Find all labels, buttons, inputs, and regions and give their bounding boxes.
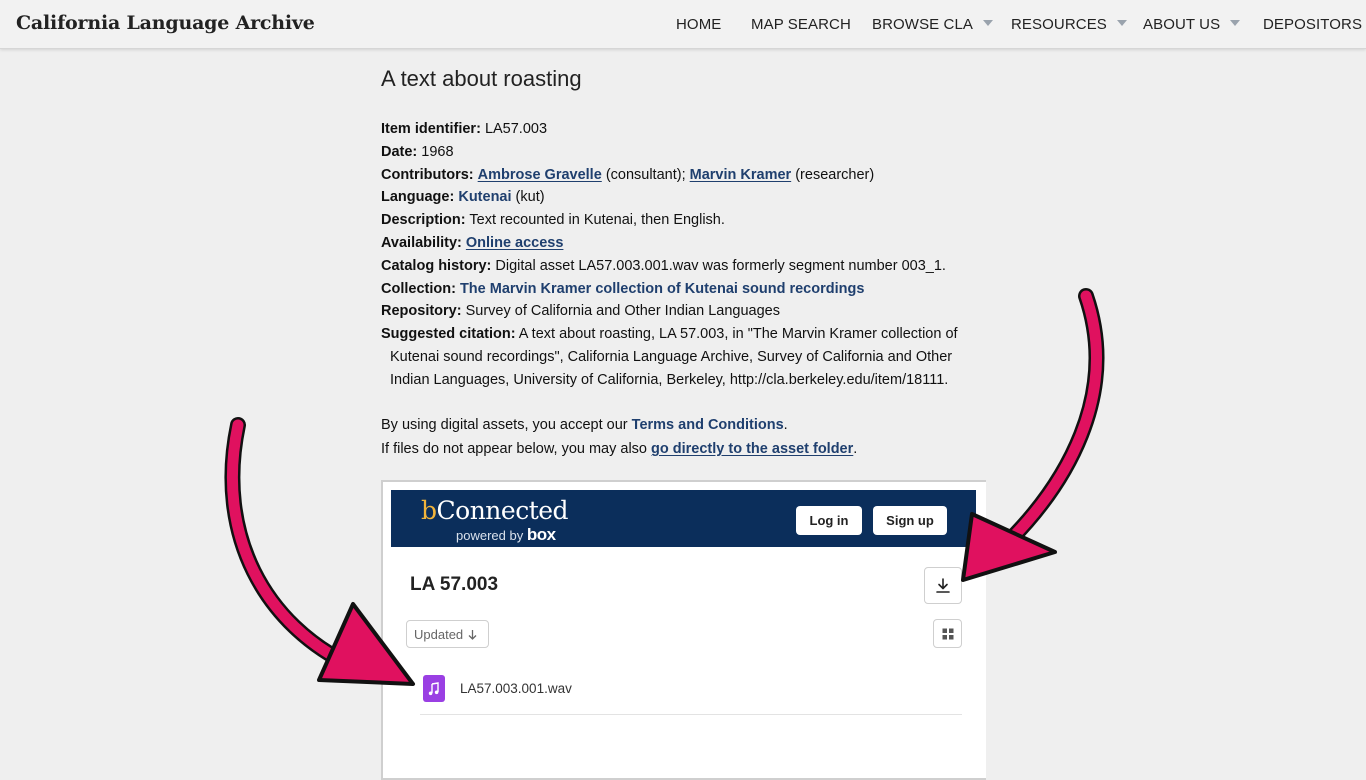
collection-label: Collection: — [381, 280, 456, 297]
contributors-label: Contributors: — [381, 166, 474, 183]
collection-link[interactable]: The Marvin Kramer collection of Kutenai … — [460, 281, 864, 297]
asset-folder-link[interactable]: go directly to the asset folder — [651, 441, 853, 457]
meta-collection: Collection: The Marvin Kramer collection… — [381, 278, 981, 301]
download-button[interactable] — [924, 567, 962, 604]
nav-depositors-label: DEPOSITORS — [1263, 16, 1363, 33]
meta-language: Language: Kutenai (kut) — [381, 186, 981, 209]
folder-note: If files do not appear below, you may al… — [381, 437, 857, 461]
meta-repository: Repository: Survey of California and Oth… — [381, 300, 981, 323]
bconnected-logo: bConnected — [421, 496, 569, 525]
logo-b: b — [421, 496, 437, 525]
powered-by-text: powered by — [456, 528, 524, 543]
meta-availability: Availability: Online access — [381, 232, 981, 255]
nav-home-label: HOME — [676, 16, 722, 33]
nav-depositors[interactable]: DEPOSITORS — [1263, 16, 1362, 33]
download-icon — [936, 577, 950, 593]
nav-map-search-label: MAP SEARCH — [751, 16, 851, 33]
nav-browse-cla[interactable]: BROWSE CLA — [872, 16, 994, 33]
language-label: Language: — [381, 189, 455, 206]
contributor-role: (consultant); — [605, 166, 686, 183]
citation-label: Suggested citation: — [381, 326, 516, 343]
file-row[interactable]: LA57.003.001.wav — [420, 672, 962, 715]
availability-label: Availability: — [381, 234, 462, 251]
nav-browse-cla-label: BROWSE CLA — [872, 16, 974, 33]
identifier-value: LA57.003 — [484, 121, 548, 137]
chevron-down-icon — [983, 20, 994, 27]
contributor-link-gravelle[interactable]: Ambrose Gravelle — [478, 167, 602, 183]
folder-prefix: If files do not appear below, you may al… — [381, 441, 652, 457]
nav-resources[interactable]: RESOURCES — [1011, 16, 1127, 33]
catalog-value: Digital asset LA57.003.001.wav was forme… — [495, 257, 946, 274]
identifier-label: Item identifier: — [381, 121, 481, 137]
nav-resources-label: RESOURCES — [1011, 16, 1107, 33]
online-access-link[interactable]: Online access — [466, 235, 564, 251]
item-metadata: Item identifier: LA57.003 Date: 1968 Con… — [381, 118, 981, 392]
description-value: Text recounted in Kutenai, then English. — [469, 212, 725, 229]
nav-about-us-label: ABOUT US — [1143, 16, 1221, 33]
signup-button[interactable]: Sign up — [873, 506, 947, 535]
terms-note: By using digital assets, you accept our … — [381, 413, 857, 437]
meta-description: Description: Text recounted in Kutenai, … — [381, 209, 981, 232]
powered-by-box: powered by box — [456, 525, 556, 545]
date-value: 1968 — [421, 143, 454, 160]
box-header: bConnected powered by box Log in Sign up — [391, 490, 976, 547]
box-embed: bConnected powered by box Log in Sign up… — [381, 480, 986, 780]
login-button[interactable]: Log in — [796, 506, 862, 535]
language-link[interactable]: Kutenai — [458, 189, 511, 205]
language-code: (kut) — [515, 189, 545, 206]
box-logo-word: box — [526, 525, 556, 544]
citation-line: A text about roasting, LA 57.003, in "Th… — [518, 326, 958, 343]
meta-date: Date: 1968 — [381, 141, 981, 164]
page-title: A text about roasting — [381, 66, 582, 91]
chevron-down-icon — [1230, 20, 1241, 27]
grid-icon — [942, 628, 953, 639]
sort-updated-button[interactable]: Updated — [406, 620, 489, 648]
meta-contributors: Contributors: Ambrose Gravelle (consulta… — [381, 164, 981, 187]
citation-line: Indian Languages, University of Californ… — [390, 371, 949, 388]
citation-line: Kutenai sound recordings", California La… — [390, 348, 953, 365]
catalog-label: Catalog history: — [381, 257, 492, 274]
folder-suffix: . — [853, 441, 858, 457]
meta-identifier: Item identifier: LA57.003 — [381, 118, 981, 141]
terms-prefix: By using digital assets, you accept our — [381, 417, 632, 433]
grid-view-button[interactable] — [933, 619, 962, 648]
logo-rest: Connected — [436, 496, 569, 525]
folder-title: LA 57.003 — [410, 574, 499, 595]
repository-value: Survey of California and Other Indian La… — [465, 303, 780, 320]
file-name[interactable]: LA57.003.001.wav — [460, 681, 572, 696]
sort-label: Updated — [414, 626, 464, 642]
repository-label: Repository: — [381, 303, 462, 320]
audio-file-icon — [423, 675, 445, 702]
contributor-role: (researcher) — [795, 166, 875, 183]
meta-catalog-history: Catalog history: Digital asset LA57.003.… — [381, 255, 981, 278]
top-nav-bar: California Language Archive HOME MAP SEA… — [0, 0, 1366, 49]
site-title[interactable]: California Language Archive — [16, 12, 315, 34]
nav-about-us[interactable]: ABOUT US — [1143, 16, 1241, 33]
meta-citation: Suggested citation: A text about roastin… — [381, 323, 981, 346]
terms-link[interactable]: Terms and Conditions — [632, 417, 784, 433]
date-label: Date: — [381, 143, 418, 160]
arrow-down-icon — [468, 629, 477, 640]
description-label: Description: — [381, 212, 466, 229]
chevron-down-icon — [1116, 20, 1127, 27]
nav-map-search[interactable]: MAP SEARCH — [751, 16, 851, 33]
terms-suffix: . — [783, 417, 788, 433]
contributor-link-kramer[interactable]: Marvin Kramer — [690, 167, 792, 183]
nav-home[interactable]: HOME — [676, 16, 721, 33]
asset-notes: By using digital assets, you accept our … — [381, 413, 857, 461]
